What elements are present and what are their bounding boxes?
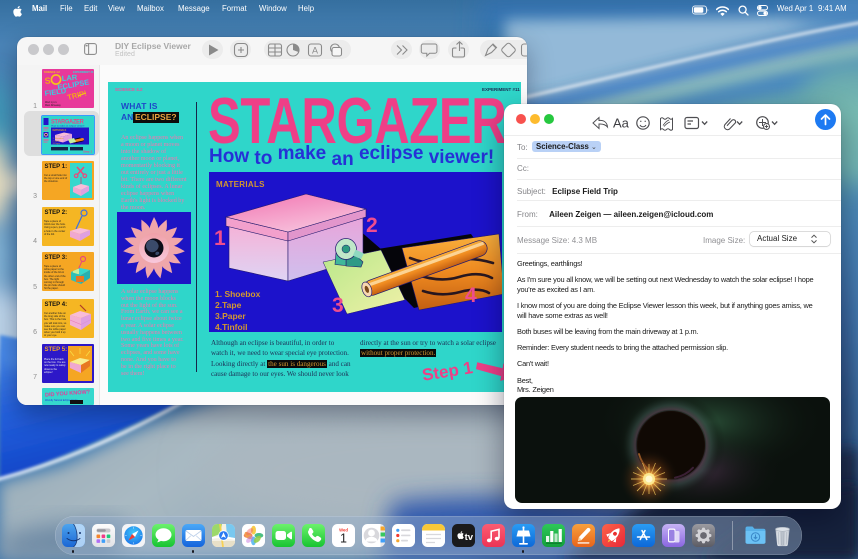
svg-text:MATERIALS: MATERIALS bbox=[53, 129, 67, 132]
svg-text:2.Tape: 2.Tape bbox=[215, 300, 242, 310]
svg-text:1: 1 bbox=[214, 227, 226, 250]
svg-text:A: A bbox=[312, 46, 318, 56]
svg-text:3.Paper: 3.Paper bbox=[215, 311, 246, 321]
svg-text:Main Driveway: Main Driveway bbox=[45, 104, 61, 107]
svg-text:3.Paper: 3.Paper bbox=[53, 142, 61, 145]
svg-text:1: 1 bbox=[340, 532, 347, 546]
svg-text:4: 4 bbox=[465, 284, 477, 307]
svg-text:1. Shoebox: 1. Shoebox bbox=[215, 289, 261, 299]
svg-text:Aa: Aa bbox=[613, 116, 630, 131]
svg-text:FIELD: FIELD bbox=[44, 86, 67, 98]
svg-text:S: S bbox=[44, 75, 51, 86]
svg-text:How to make an eclipse viewer!: How to make an eclipse viewer! bbox=[52, 125, 85, 128]
svg-text:SCIENCE 4.2: SCIENCE 4.2 bbox=[44, 70, 60, 74]
svg-text:TRIP!: TRIP! bbox=[66, 88, 87, 101]
svg-text:3: 3 bbox=[332, 294, 344, 317]
svg-text:MATERIALS: MATERIALS bbox=[216, 180, 265, 189]
svg-text:4.Tinfoil: 4.Tinfoil bbox=[215, 322, 247, 332]
svg-text:2: 2 bbox=[366, 214, 378, 237]
svg-text:tv: tv bbox=[464, 532, 473, 543]
svg-text:Step 1: Step 1 bbox=[83, 150, 92, 154]
